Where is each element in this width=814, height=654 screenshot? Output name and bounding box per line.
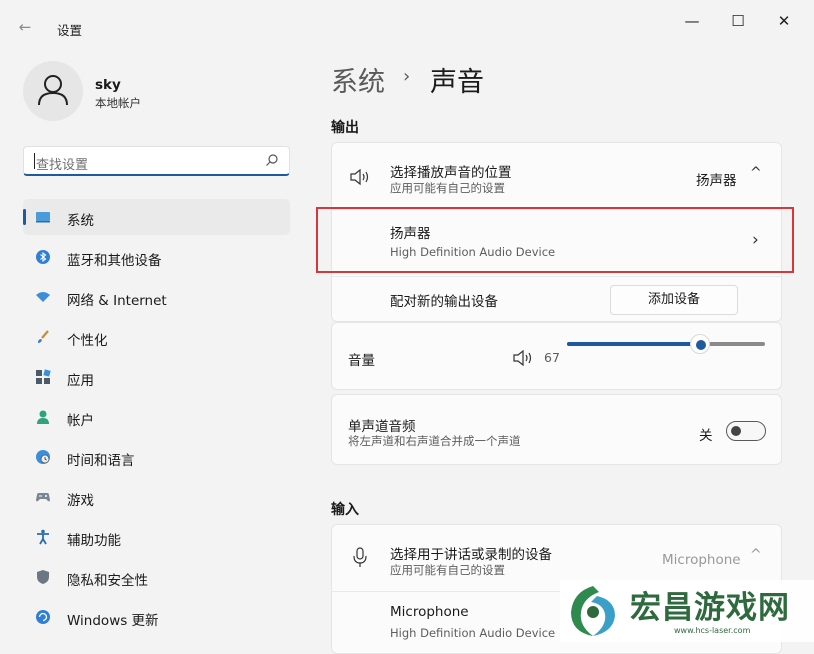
sidebar-item-windows-update[interactable]: Windows 更新 bbox=[23, 599, 290, 635]
user-account-type: 本地帐户 bbox=[95, 96, 141, 110]
input-selected-value: Microphone bbox=[662, 552, 741, 568]
sidebar-item-accounts[interactable]: 帐户 bbox=[23, 399, 290, 435]
watermark-logo-icon bbox=[571, 586, 615, 636]
input-device-description: High Definition Audio Device bbox=[390, 626, 556, 640]
mono-audio-state: 关 bbox=[699, 428, 713, 444]
search-box[interactable]: 查找设置 bbox=[23, 146, 290, 176]
update-icon bbox=[36, 610, 50, 624]
pair-output-label: 配对新的输出设备 bbox=[390, 294, 498, 310]
pair-output-row: 配对新的输出设备 添加设备 bbox=[332, 277, 781, 321]
search-input[interactable]: 查找设置 bbox=[36, 154, 88, 173]
volume-card: 音量 67 bbox=[331, 322, 782, 390]
title-bar: ← 设置 — ☐ ✕ bbox=[0, 0, 814, 48]
speaker-icon[interactable] bbox=[512, 349, 534, 367]
apps-icon bbox=[36, 369, 51, 384]
add-device-button[interactable]: 添加设备 bbox=[610, 285, 738, 315]
sidebar-item-apps[interactable]: 应用 bbox=[23, 359, 290, 395]
mono-audio-toggle[interactable] bbox=[726, 421, 766, 441]
sidebar-item-label: 蓝牙和其他设备 bbox=[67, 253, 162, 269]
speaker-icon bbox=[350, 168, 369, 186]
active-indicator bbox=[23, 209, 26, 225]
avatar[interactable] bbox=[23, 61, 83, 121]
maximize-button[interactable]: ☐ bbox=[718, 8, 758, 34]
close-button[interactable]: ✕ bbox=[764, 8, 804, 34]
input-device-name: Microphone bbox=[390, 604, 469, 620]
sidebar-item-accessibility[interactable]: 辅助功能 bbox=[23, 519, 290, 555]
volume-value: 67 bbox=[544, 350, 560, 365]
sidebar-item-system[interactable]: 系统 bbox=[23, 199, 290, 235]
highlight-box bbox=[316, 207, 794, 273]
breadcrumb-parent[interactable]: 系统 bbox=[331, 60, 385, 99]
sidebar-item-label: 应用 bbox=[67, 373, 94, 389]
sidebar-item-label: 游戏 bbox=[67, 493, 94, 509]
page-title: 声音 bbox=[430, 67, 484, 98]
shield-icon bbox=[37, 570, 49, 584]
sidebar-item-label: 隐私和安全性 bbox=[67, 573, 148, 589]
volume-slider-fill bbox=[567, 342, 700, 346]
sidebar-item-gaming[interactable]: 游戏 bbox=[23, 479, 290, 515]
user-name: sky bbox=[95, 77, 121, 93]
sidebar-item-label: Windows 更新 bbox=[67, 613, 159, 629]
mono-audio-card: 单声道音频 将左声道和右声道合并成一个声道 关 bbox=[331, 394, 782, 465]
section-title-output: 输出 bbox=[331, 120, 359, 136]
toggle-knob bbox=[731, 426, 741, 436]
volume-slider-thumb[interactable] bbox=[690, 334, 710, 354]
accessibility-icon bbox=[37, 529, 49, 545]
bluetooth-icon bbox=[36, 250, 50, 264]
sidebar-item-label: 系统 bbox=[67, 213, 94, 229]
volume-label: 音量 bbox=[348, 353, 375, 369]
output-selected-value: 扬声器 bbox=[696, 173, 737, 189]
sidebar-item-time-language[interactable]: 时间和语言 bbox=[23, 439, 290, 475]
chevron-up-icon[interactable]: ^ bbox=[750, 547, 762, 563]
sidebar-item-label: 时间和语言 bbox=[67, 453, 135, 469]
volume-slider[interactable] bbox=[567, 334, 765, 354]
sidebar-item-label: 个性化 bbox=[67, 333, 108, 349]
person-icon bbox=[37, 410, 49, 424]
sidebar-item-network[interactable]: 网络 & Internet bbox=[23, 279, 290, 315]
mono-audio-subtitle: 将左声道和右声道合并成一个声道 bbox=[348, 434, 521, 448]
monitor-icon bbox=[36, 212, 50, 223]
window-title: 设置 bbox=[57, 23, 83, 38]
sidebar-item-label: 网络 & Internet bbox=[67, 293, 167, 309]
gamepad-icon bbox=[36, 493, 50, 502]
wifi-icon bbox=[36, 292, 50, 302]
back-arrow-icon[interactable]: ← bbox=[16, 18, 34, 36]
input-selector-title: 选择用于讲话或录制的设备 bbox=[390, 547, 552, 563]
output-selector-title: 选择播放声音的位置 bbox=[390, 165, 512, 181]
sidebar-item-label: 辅助功能 bbox=[67, 533, 121, 549]
breadcrumb-separator: › bbox=[403, 66, 411, 87]
search-icon[interactable] bbox=[265, 153, 279, 167]
sidebar-item-bluetooth[interactable]: 蓝牙和其他设备 bbox=[23, 239, 290, 275]
sidebar-item-privacy[interactable]: 隐私和安全性 bbox=[23, 559, 290, 595]
watermark-url: www.hcs-laser.com bbox=[674, 626, 751, 635]
output-selector-subtitle: 应用可能有自己的设置 bbox=[390, 181, 505, 195]
section-title-input: 输入 bbox=[331, 502, 359, 518]
sidebar-item-personalization[interactable]: 个性化 bbox=[23, 319, 290, 355]
text-caret bbox=[34, 153, 35, 169]
microphone-icon bbox=[353, 547, 367, 567]
brush-icon bbox=[38, 330, 49, 343]
volume-slider-thumb-dot bbox=[696, 340, 706, 350]
output-device-selector[interactable]: 选择播放声音的位置 应用可能有自己的设置 扬声器 ^ bbox=[332, 143, 781, 209]
chevron-up-icon[interactable]: ^ bbox=[750, 165, 762, 181]
sidebar-item-label: 帐户 bbox=[67, 413, 94, 429]
watermark-text: 宏昌游戏网 bbox=[630, 590, 790, 626]
mono-audio-title: 单声道音频 bbox=[348, 419, 416, 435]
input-selector-subtitle: 应用可能有自己的设置 bbox=[390, 563, 505, 577]
clock-globe-icon bbox=[36, 450, 50, 464]
person-icon bbox=[38, 75, 68, 106]
minimize-button[interactable]: — bbox=[672, 8, 712, 34]
